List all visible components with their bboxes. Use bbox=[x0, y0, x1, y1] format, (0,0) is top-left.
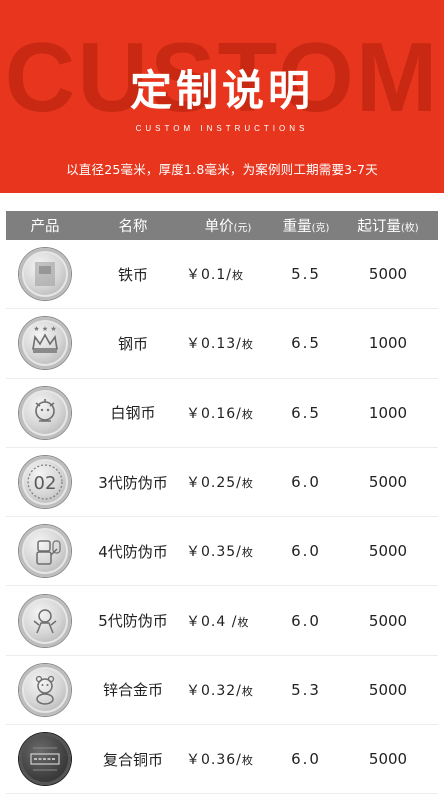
product-name: 白钢币 bbox=[110, 404, 156, 423]
moq-value: 5000 bbox=[368, 473, 408, 492]
crown-coin-icon: ★ ★ ★ bbox=[19, 317, 71, 370]
weight-value: 6.5 bbox=[291, 334, 321, 353]
engraved-dark-coin-icon bbox=[19, 733, 71, 786]
product-name: 钢币 bbox=[117, 334, 148, 353]
weight-value: 6.0 bbox=[291, 750, 321, 769]
header-name: 名称 bbox=[118, 219, 148, 235]
unit-price: ￥0.35/枚 bbox=[186, 544, 253, 561]
header-moq: 起订量(枚) bbox=[357, 219, 419, 235]
page-subtitle: CUSTOM INSTRUCTIONS bbox=[135, 124, 309, 133]
header-weight: 重量(克) bbox=[282, 219, 330, 235]
moq-value: 5000 bbox=[368, 611, 408, 630]
product-name: 4代防伪币 bbox=[98, 542, 168, 561]
unit-price: ￥0.36/枚 bbox=[186, 752, 253, 769]
bear-coin-icon bbox=[19, 663, 71, 716]
unit-price: ￥0.13/枚 bbox=[186, 336, 253, 353]
header-price-unit: (元) bbox=[233, 223, 252, 234]
moq-value: 1000 bbox=[368, 334, 408, 353]
weight-value: 6.0 bbox=[291, 473, 321, 492]
product-name: 铁币 bbox=[117, 265, 148, 284]
banner: CUSTOM 定制说明 CUSTOM INSTRUCTIONS 以直径25毫米，… bbox=[0, 0, 444, 193]
moq-value: 5000 bbox=[368, 680, 408, 699]
unit-price: ￥0.25/枚 bbox=[186, 475, 253, 492]
table-row: 复合铜币 ￥0.36/枚 6.0 5000 bbox=[6, 725, 438, 795]
blurred-coin-icon bbox=[19, 248, 71, 301]
table-header: 产品 名称 单价(元) 重量(克) 起订量(枚) bbox=[6, 211, 438, 240]
moq-value: 1000 bbox=[368, 403, 408, 422]
price-table: 产品 名称 单价(元) 重量(克) 起订量(枚) 铁币 ￥0.1/枚 5.5 5… bbox=[6, 211, 438, 795]
page-title: 定制说明 bbox=[129, 66, 314, 115]
table-row: ★ ★ ★ 钢币 ￥0.13/枚 6.5 1000 bbox=[6, 309, 438, 379]
moq-value: 5000 bbox=[368, 542, 408, 561]
banner-description: 以直径25毫米，厚度1.8毫米，为案例则工期需要3-7天 bbox=[66, 162, 378, 177]
lion-coin-icon bbox=[19, 386, 71, 439]
unit-price: ￥0.16/枚 bbox=[186, 405, 253, 422]
character-coin-icon bbox=[19, 594, 71, 647]
weight-value: 5.5 bbox=[291, 265, 321, 284]
product-name: 3代防伪币 bbox=[98, 473, 168, 492]
table-row: 02 3代防伪币 ￥0.25/枚 6.0 5000 bbox=[6, 448, 438, 518]
header-moq-unit: (枚) bbox=[400, 223, 419, 234]
weight-value: 6.5 bbox=[291, 403, 321, 422]
table-row: 白钢币 ￥0.16/枚 6.5 1000 bbox=[6, 379, 438, 448]
unit-price: ￥0.4 /枚 bbox=[186, 613, 249, 630]
weight-value: 5.3 bbox=[291, 680, 321, 699]
product-name: 5代防伪币 bbox=[98, 612, 168, 631]
header-price: 单价(元) bbox=[204, 219, 252, 235]
table-row: 4代防伪币 ￥0.35/枚 6.0 5000 bbox=[6, 517, 438, 587]
svg-text:★ ★ ★: ★ ★ ★ bbox=[33, 325, 56, 333]
robot-coin-icon bbox=[19, 525, 71, 578]
unit-price: ￥0.1/枚 bbox=[186, 267, 243, 284]
header-product: 产品 bbox=[30, 219, 60, 235]
product-name: 复合铜币 bbox=[102, 750, 163, 769]
product-name: 锌合金币 bbox=[102, 681, 163, 700]
unit-price: ￥0.32/枚 bbox=[186, 682, 253, 699]
weight-value: 6.0 bbox=[291, 542, 321, 561]
moq-value: 5000 bbox=[368, 750, 408, 769]
table-row: 锌合金币 ￥0.32/枚 5.3 5000 bbox=[6, 656, 438, 726]
coin-number-text: 02 bbox=[34, 473, 57, 494]
header-weight-unit: (克) bbox=[311, 223, 330, 234]
table-row: 铁币 ￥0.1/枚 5.5 5000 bbox=[6, 240, 438, 310]
weight-value: 6.0 bbox=[291, 611, 321, 630]
table-row: 5代防伪币 ￥0.4 /枚 6.0 5000 bbox=[6, 586, 438, 656]
moq-value: 5000 bbox=[368, 265, 408, 284]
number-02-coin-icon: 02 bbox=[19, 456, 71, 509]
